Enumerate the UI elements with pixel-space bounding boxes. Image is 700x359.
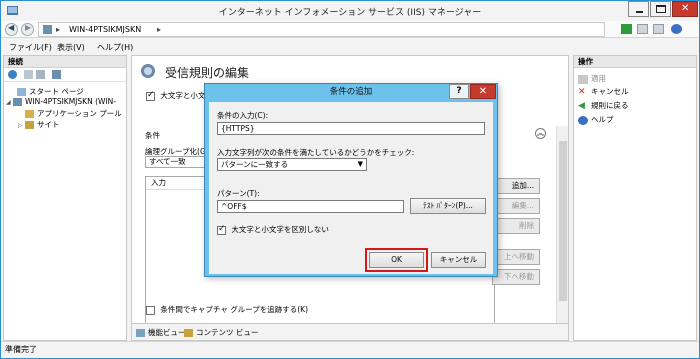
collapse-icon[interactable]: ◢ [6,99,13,106]
apply-icon [578,74,588,84]
close-icon: ✕ [681,3,690,14]
menu-bar: ファイル(F) 表示(V) ヘルプ(H) [1,39,699,54]
content-view-icon [184,329,193,337]
dialog-body: 条件の入力(C): {HTTPS} 入力文字列が次の条件を満たしているかどうかを… [209,102,493,274]
add-condition-dialog: 条件の追加 ? ✕ 条件の入力(C): {HTTPS} 入力文字列が次の条件を満… [204,83,498,277]
pattern-label: パターン(T): [217,189,260,198]
collapse-conditions-button[interactable]: ︽ [535,128,546,139]
back-arrow-icon: ◀ [578,100,585,111]
test-pattern-button[interactable]: ﾃｽﾄ ﾊﾟﾀｰﾝ(P)... [410,198,486,214]
address-box[interactable]: ▸ WIN-4PTSIKMJSKN ▸ [38,22,605,37]
help-icon[interactable] [671,24,682,34]
iis-manager-window: インターネット インフォメーション サービス (IIS) マネージャー ✕ ◀ … [0,0,700,359]
address-bar: ◀ ▶ ▸ WIN-4PTSIKMJSKN ▸ [1,21,699,38]
connect-globe-icon[interactable] [8,70,17,79]
status-bar: 準備完了 [1,341,699,358]
tab-features-view[interactable]: 機能ビュー [136,327,186,338]
server-icon [43,25,52,34]
move-down-button[interactable]: 下へ移動 [492,269,540,285]
close-button[interactable]: ✕ [672,1,698,17]
maximize-icon [656,5,666,13]
tab-content-view[interactable]: コンテンツ ビュー [184,327,258,338]
minimize-icon [636,11,643,13]
move-up-button[interactable]: 上へ移動 [492,249,540,265]
dialog-ignore-case-row: 大文字と小文字を区別しない [217,224,329,235]
back-button[interactable]: ◀ [5,23,18,36]
start-page-icon [17,88,26,96]
forward-button[interactable]: ▶ [21,23,34,36]
cancel-icon: ✕ [578,86,586,97]
action-help[interactable]: ヘルプ [578,114,614,125]
ok-button[interactable]: OK [369,252,424,268]
menu-view[interactable]: 表示(V) [57,42,85,53]
track-groups-row: 条件間でキャプチャ グループを追跡する(K) [146,304,308,315]
app-pool-icon [25,110,34,118]
back-arrow-icon: ◀ [8,23,15,32]
connections-pane: 接続 スタート ページ ◢ WIN-4PTSIKMJSKN (WIN- アプリケー… [3,55,127,341]
features-view-icon [136,329,145,337]
edit-condition-button[interactable]: 編集... [492,198,540,214]
action-cancel[interactable]: ✕ キャンセル [578,86,629,97]
sites-icon [25,121,34,129]
connections-header: 接続 [4,56,126,68]
menu-help[interactable]: ヘルプ(H) [97,42,133,53]
add-condition-button[interactable]: 追加... [492,178,540,194]
title-bar: インターネット インフォメーション サービス (IIS) マネージャー ✕ [1,1,699,21]
scroll-thumb[interactable] [559,141,567,301]
tree-item-app-pools[interactable]: アプリケーション プール [18,108,122,119]
action-apply[interactable]: 適用 [578,73,606,84]
check-label: 入力文字列が次の条件を満たしているかどうかをチェック: [217,148,415,157]
dialog-close-button[interactable]: ✕ [470,84,496,99]
condition-input-field[interactable]: {HTTPS} [217,122,485,135]
up-icon[interactable] [36,70,45,79]
dialog-help-button[interactable]: ? [449,84,469,99]
dialog-ignore-case-label: 大文字と小文字を区別しない [231,225,329,234]
dialog-ignore-case-checkbox[interactable] [217,224,226,235]
logical-grouping-select[interactable]: すべて一致 [145,156,205,168]
check-select[interactable]: パターンに一致する ▼ [217,158,367,171]
save-icon[interactable] [637,24,648,34]
track-groups-checkbox[interactable] [146,305,155,315]
forward-arrow-icon: ▶ [25,23,32,32]
tree-item-server[interactable]: ◢ WIN-4PTSIKMJSKN (WIN- [6,97,116,106]
menu-file[interactable]: ファイル(F) [9,42,52,53]
breadcrumb-server[interactable]: WIN-4PTSIKMJSKN [69,25,141,34]
center-scrollbar[interactable] [556,126,568,339]
save-icon[interactable] [24,70,33,79]
ignore-case-checkbox[interactable] [146,90,155,101]
connections-toolbar [4,68,126,82]
chevron-down-icon: ▼ [357,160,363,168]
actions-pane: 操作 適用 ✕ キャンセル ◀ 規則に戻る ヘルプ [573,55,697,341]
breadcrumb-chevron-icon[interactable]: ▸ [157,25,161,34]
track-groups-label: 条件間でキャプチャ グループを追跡する(K) [160,305,309,314]
expand-icon[interactable]: ▷ [18,122,25,129]
action-back-to-rules[interactable]: ◀ 規則に戻る [578,100,629,111]
view-tabs: 機能ビュー コンテンツ ビュー [131,323,569,341]
actions-header: 操作 [574,56,696,68]
minimize-button[interactable] [628,1,649,17]
remove-condition-button[interactable]: 削除 [492,218,540,234]
refresh-icon[interactable] [653,24,664,34]
tree-item-sites[interactable]: ▷ サイト [18,119,60,130]
pattern-input-field[interactable]: ^OFF$ [217,200,404,213]
condition-input-label: 条件の入力(C): [217,111,269,120]
ignore-case-label: 大文字と小文 [160,91,206,100]
maximize-button[interactable] [650,1,671,17]
window-title: インターネット インフォメーション サービス (IIS) マネージャー [218,8,482,18]
url-rewrite-icon [141,64,155,78]
disconnect-icon[interactable] [52,70,61,79]
breadcrumb-chevron-icon: ▸ [56,25,61,34]
page-title: 受信規則の編集 [165,66,250,80]
connect-icon[interactable] [621,24,632,34]
conditions-header: 条件 [145,131,160,140]
tree-item-start-page[interactable]: スタート ページ [10,86,84,97]
server-icon [13,98,22,106]
cancel-button[interactable]: キャンセル [431,252,486,268]
help-icon [578,115,588,125]
ignore-case-row: 大文字と小文 [146,90,205,101]
